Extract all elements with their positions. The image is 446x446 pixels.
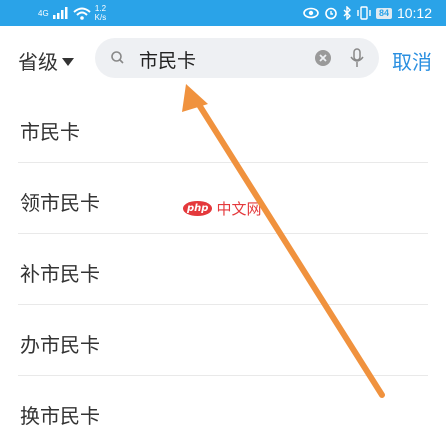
- cancel-button[interactable]: 取消: [392, 46, 432, 75]
- status-bar: 4G 1.2 K/s 84 10:12: [0, 0, 446, 26]
- suggestion-list: 市民卡 领市民卡 补市民卡 办市民卡 换市民卡: [0, 92, 446, 446]
- microphone-icon[interactable]: [349, 48, 365, 68]
- speed-value: 1.2: [94, 4, 107, 13]
- battery-icon: 84: [375, 7, 392, 19]
- search-input[interactable]: 市民卡: [95, 38, 379, 78]
- list-item[interactable]: 办市民卡: [18, 305, 428, 376]
- search-query: 市民卡: [139, 50, 197, 72]
- vibrate-icon: [357, 6, 371, 20]
- alarm-icon: [325, 7, 337, 20]
- list-item-label: 补市民卡: [20, 262, 100, 286]
- status-left: 4G 1.2 K/s: [38, 2, 106, 24]
- list-item[interactable]: 市民卡: [18, 92, 428, 163]
- list-item-label: 市民卡: [20, 120, 80, 144]
- watermark-logo: php: [183, 201, 213, 216]
- speed-unit: K/s: [94, 13, 107, 22]
- province-label: 省级: [18, 50, 58, 74]
- dropdown-triangle-icon: [62, 58, 74, 66]
- clear-icon[interactable]: [314, 49, 332, 67]
- eye-icon: [303, 7, 319, 19]
- status-time: 10:12: [396, 5, 432, 21]
- list-item-label: 换市民卡: [20, 404, 100, 428]
- bluetooth-icon: [343, 6, 351, 20]
- list-item[interactable]: 换市民卡: [18, 376, 428, 446]
- network-speed: 1.2 K/s: [95, 4, 107, 22]
- list-item[interactable]: 补市民卡: [18, 234, 428, 305]
- status-right: 84 10:12: [303, 2, 432, 24]
- list-item-label: 领市民卡: [20, 191, 100, 215]
- search-icon: [111, 51, 124, 64]
- province-selector[interactable]: 省级: [18, 46, 74, 75]
- watermark: php 中文网: [183, 198, 261, 219]
- network-type: 4G: [38, 8, 49, 18]
- list-item-label: 办市民卡: [20, 333, 100, 357]
- watermark-text: 中文网: [216, 200, 262, 218]
- wifi-icon: [73, 7, 91, 20]
- signal-icon: [52, 7, 68, 19]
- search-header: 省级 市民卡 取消: [0, 26, 446, 92]
